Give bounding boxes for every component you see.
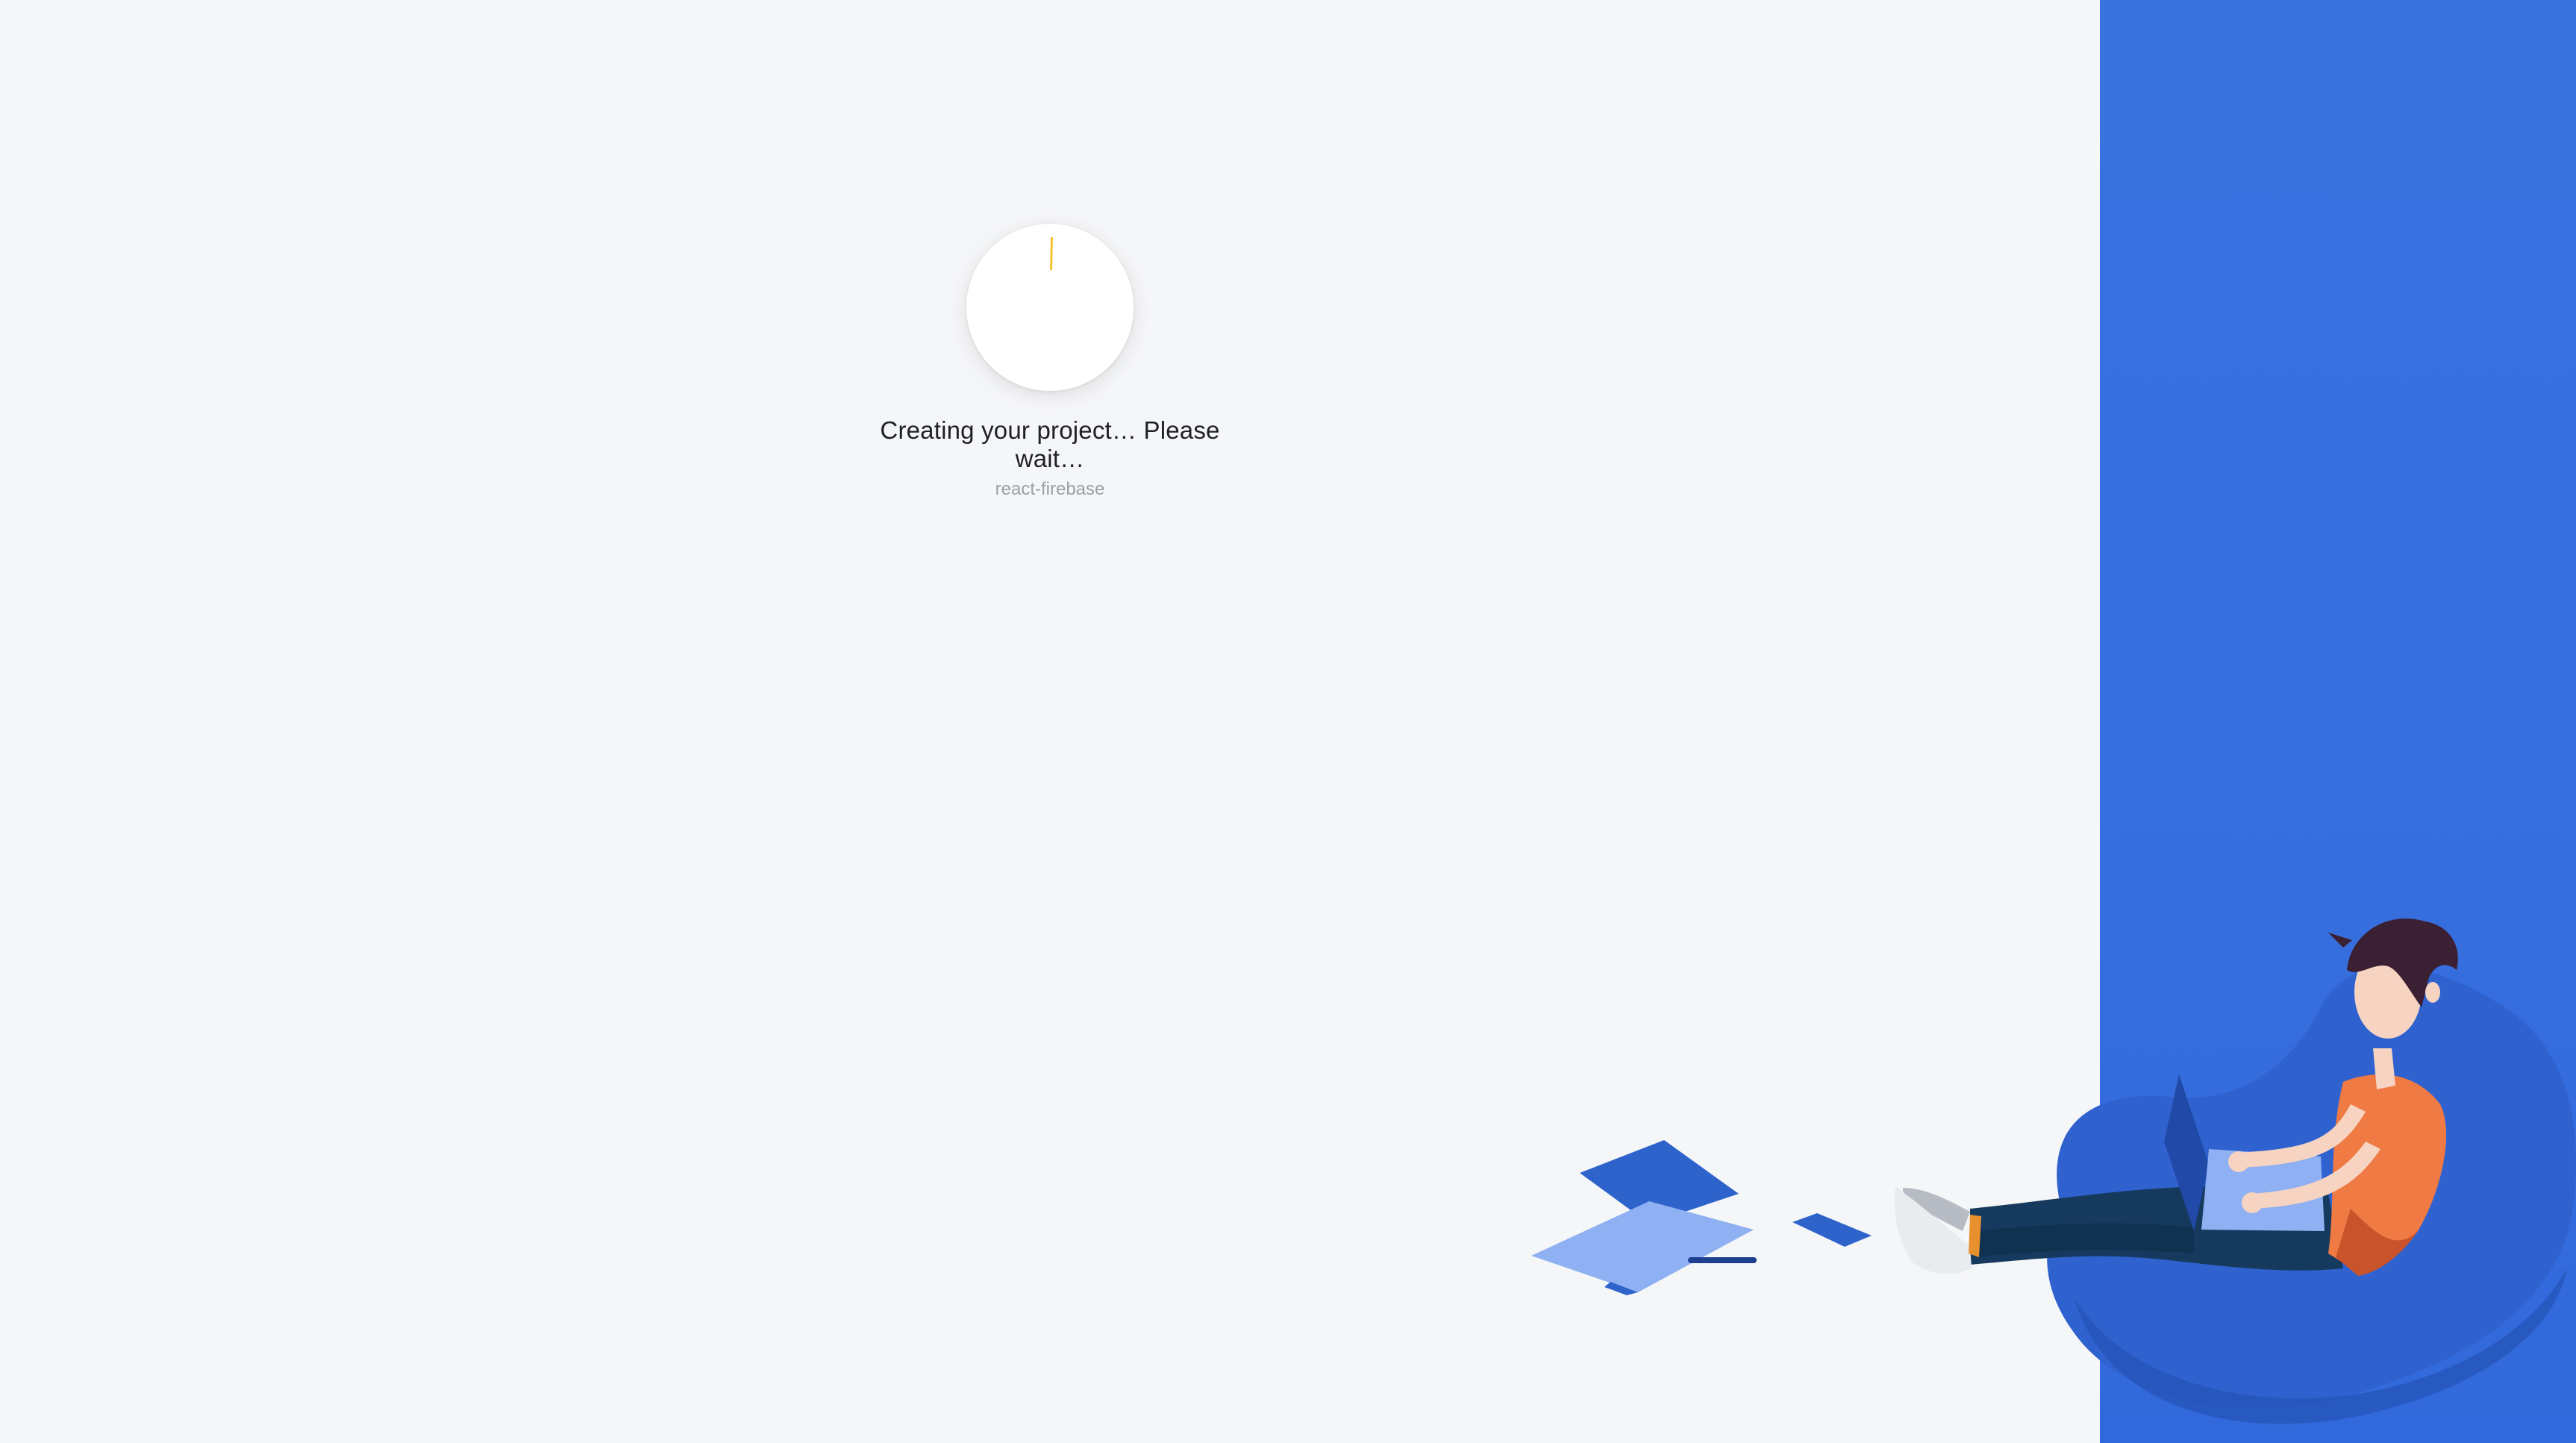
project-name: react-firebase <box>995 479 1105 499</box>
status-text: Creating your project… Please wait… <box>880 416 1220 472</box>
page: Creating your project… Please wait… reac… <box>0 0 2576 1443</box>
person-on-beanbag-illustration <box>1531 918 2576 1424</box>
spinner-icon <box>1050 237 1053 270</box>
loading-spinner <box>966 224 1134 391</box>
loading-container: Creating your project… Please wait… reac… <box>858 224 1242 500</box>
